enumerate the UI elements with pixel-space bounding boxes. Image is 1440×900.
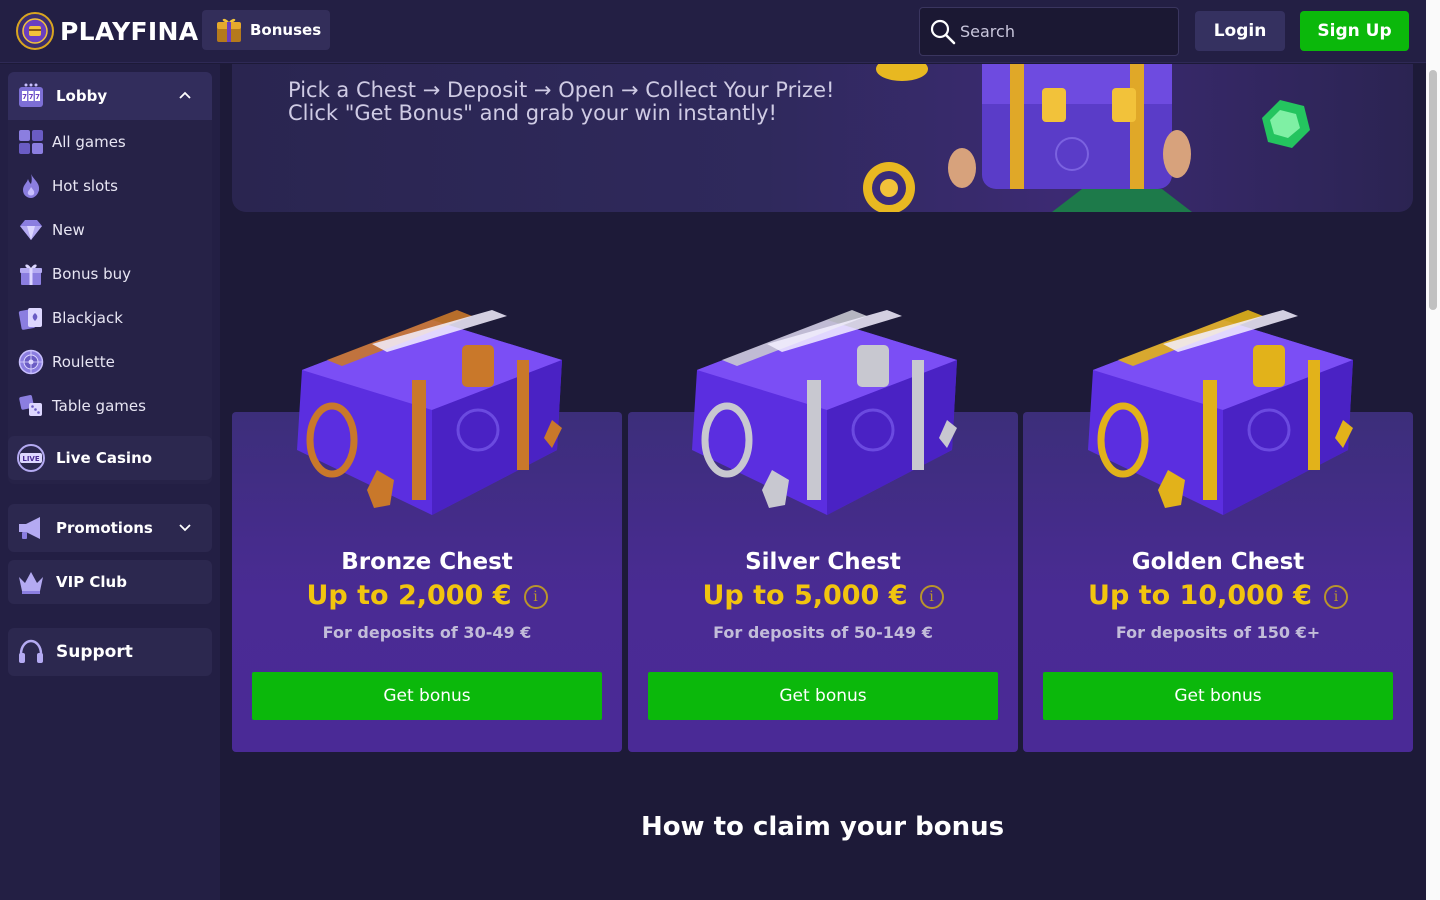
chest-amount: Up to 5,000 € i [628,580,1018,611]
sidebar-item-label: Bonus buy [52,265,131,283]
logo-icon [16,12,54,50]
sidebar-item-blackjack[interactable]: Blackjack [18,300,208,336]
chest-amount: Up to 10,000 € i [1023,580,1413,611]
get-bonus-button[interactable]: Get bonus [252,672,602,720]
chest-amount-value: Up to 10,000 € [1088,580,1312,611]
megaphone-icon [19,517,40,539]
chest-amount-value: Up to 2,000 € [306,580,512,611]
chest-amount: Up to 2,000 € i [232,580,622,611]
sidebar-promotions-label: Promotions [56,519,153,537]
flame-icon [23,174,40,198]
get-bonus-button[interactable]: Get bonus [1043,672,1393,720]
top-header: PLAYFINA Bonuses Login Sign Up [0,0,1426,63]
bonuses-label: Bonuses [250,21,322,39]
chest-deposit-range: For deposits of 150 €+ [1115,623,1321,642]
signup-button[interactable]: Sign Up [1300,11,1409,51]
roulette-icon [18,349,44,375]
svg-text:LIVE: LIVE [22,455,39,463]
sidebar-live-casino[interactable]: LIVE Live Casino [8,436,212,480]
sidebar-item-new[interactable]: New [18,212,208,248]
golden-chest-image[interactable] [1073,300,1363,530]
sidebar-vip-club[interactable]: VIP Club [8,560,212,604]
sidebar-live-casino-label: Live Casino [56,449,153,467]
sidebar-item-label: Blackjack [52,309,123,327]
sidebar-item-label: New [52,221,85,239]
scrollbar-thumb[interactable] [1429,70,1437,310]
brand-logo[interactable]: PLAYFINA [16,12,198,50]
get-bonus-button[interactable]: Get bonus [648,672,998,720]
info-icon[interactable]: i [523,584,548,609]
promo-hero-banner: Pick a Chest → Deposit → Open → Collect … [232,64,1413,212]
live-icon: LIVE [17,444,45,472]
search-input[interactable] [960,22,1170,41]
sidebar-lobby[interactable]: 7 7 7 Lobby [8,72,212,120]
crown-icon [19,572,43,594]
sidebar-promotions-header[interactable]: Promotions [8,504,212,552]
sidebar-item-hot-slots[interactable]: Hot slots [18,168,208,204]
hero-steps-text: Pick a Chest → Deposit → Open → Collect … [288,78,835,102]
search-box[interactable] [919,7,1179,56]
sidebar-support-header[interactable]: Support [8,628,212,676]
sidebar-item-roulette[interactable]: Roulette [18,344,208,380]
sidebar-promotions[interactable]: Promotions [8,504,212,552]
sidebar-live-casino-header[interactable]: LIVE Live Casino [8,436,212,480]
sidebar-support-label: Support [56,642,133,662]
diamond-icon [20,220,42,240]
slot-machine-icon: 7 7 7 [19,83,43,107]
chest-deposit-range: For deposits of 30-49 € [322,623,532,642]
svg-text:7: 7 [22,93,27,101]
chest-title: Bronze Chest [341,549,513,575]
svg-text:7: 7 [35,93,40,101]
chest-amount-value: Up to 5,000 € [702,580,908,611]
bronze-chest-image[interactable] [282,300,572,530]
sidebar-support[interactable]: Support [8,628,212,676]
chevron-down-icon [179,524,191,532]
sidebar-item-all-games[interactable]: All games [18,124,208,160]
gift-chest-icon [217,18,241,42]
dice-icon [19,395,42,416]
login-button[interactable]: Login [1195,11,1285,51]
sidebar-item-bonus-buy[interactable]: Bonus buy [18,256,208,292]
chest-title: Silver Chest [745,549,901,575]
sidebar-item-table-games[interactable]: Table games [18,388,208,424]
brand-name: PLAYFINA [60,16,199,46]
chest-deposit-range: For deposits of 50-149 € [713,623,933,642]
sidebar-lobby-label: Lobby [56,87,108,105]
lobby-submenu: All games Hot slots New Bonus buy Blackj… [8,120,212,484]
search-icon [930,19,956,44]
sidebar-vip-label: VIP Club [56,573,127,591]
info-icon[interactable]: i [1323,584,1348,609]
silver-chest-image[interactable] [677,300,967,530]
sidebar-lobby-header[interactable]: 7 7 7 Lobby [8,72,212,120]
how-to-claim-heading: How to claim your bonus [640,812,1005,842]
grid-icon [19,130,43,154]
chevron-up-icon [179,91,191,99]
hero-illustration [863,64,1310,212]
info-icon[interactable]: i [919,584,944,609]
sidebar: 7 7 7 Lobby All games Hot slots New Bonu… [0,64,220,900]
bonuses-button[interactable]: Bonuses [202,10,330,50]
sidebar-item-label: Roulette [52,353,115,371]
cards-icon [18,308,42,330]
sidebar-item-label: All games [52,133,126,151]
sidebar-item-label: Hot slots [52,177,118,195]
gift-icon [20,264,42,285]
svg-text:7: 7 [29,93,34,101]
hero-instruction-text: Click "Get Bonus" and grab your win inst… [288,101,777,125]
sidebar-vip-header[interactable]: VIP Club [8,560,212,604]
sidebar-item-label: Table games [52,397,146,415]
headset-icon [19,639,43,663]
chest-title: Golden Chest [1131,549,1305,575]
